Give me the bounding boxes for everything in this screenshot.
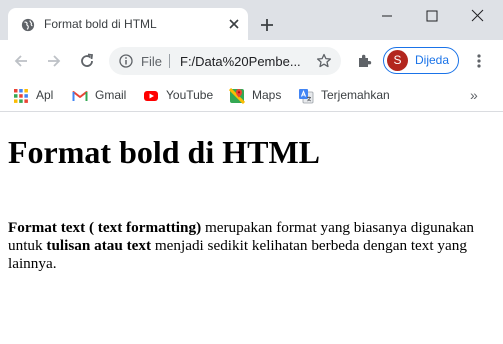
- bookmark-apps[interactable]: Apl: [13, 86, 63, 106]
- profile-button[interactable]: S Dijeda: [383, 47, 459, 74]
- extensions-icon[interactable]: [357, 53, 373, 69]
- bookmark-label: Apl: [36, 88, 54, 102]
- close-tab-icon[interactable]: [227, 17, 241, 31]
- info-icon[interactable]: [119, 54, 133, 68]
- bookmarks-bar: Apl Gmail YouTube Maps Terjemahkan »: [0, 82, 503, 112]
- tab-title: Format bold di HTML: [44, 17, 157, 31]
- tab-strip: Format bold di HTML: [0, 0, 503, 40]
- bookmark-gmail[interactable]: Gmail: [72, 86, 134, 106]
- back-arrow-icon[interactable]: [12, 52, 30, 70]
- gmail-icon: [72, 91, 88, 101]
- page-heading: Format bold di HTML: [8, 134, 321, 170]
- active-tab[interactable]: Format bold di HTML: [8, 8, 248, 40]
- bookmark-label: Terjemahkan: [321, 88, 390, 102]
- bookmark-label: YouTube: [166, 88, 214, 102]
- bookmark-translate[interactable]: Terjemahkan: [298, 86, 398, 106]
- minimize-icon[interactable]: [364, 0, 410, 32]
- bold-text: tulisan atau text: [46, 237, 152, 254]
- address-separator: [169, 54, 170, 68]
- close-window-icon[interactable]: [455, 0, 501, 32]
- maps-icon: [229, 88, 245, 104]
- bookmark-maps[interactable]: Maps: [229, 86, 289, 106]
- bookmark-youtube[interactable]: YouTube: [143, 86, 223, 106]
- url-scheme: File: [141, 54, 162, 69]
- avatar: S: [387, 50, 408, 71]
- browser-toolbar: File F:/Data%20Pembe... S Dijeda: [0, 40, 503, 82]
- kebab-menu-icon[interactable]: [472, 53, 486, 69]
- address-bar[interactable]: File F:/Data%20Pembe...: [109, 47, 341, 75]
- page-viewport: Format bold di HTML Format text ( text f…: [0, 112, 503, 344]
- profile-name: Dijeda: [415, 53, 450, 67]
- bookmark-label: Gmail: [95, 88, 127, 102]
- bookmark-label: Maps: [252, 88, 282, 102]
- more-bookmarks-chevron-icon[interactable]: »: [470, 87, 478, 103]
- youtube-icon: [144, 91, 158, 101]
- bold-text: Format text ( text formatting): [8, 219, 202, 236]
- translate-icon: [299, 89, 314, 104]
- bookmark-star-icon[interactable]: [316, 53, 332, 69]
- forward-arrow-icon[interactable]: [45, 52, 63, 70]
- url-text[interactable]: F:/Data%20Pembe...: [180, 54, 300, 69]
- globe-icon: [21, 18, 35, 32]
- new-tab-icon[interactable]: [259, 17, 275, 33]
- maximize-icon[interactable]: [409, 0, 455, 32]
- reload-icon[interactable]: [78, 52, 96, 70]
- page-paragraph: Format text ( text formatting) merupakan…: [8, 219, 483, 273]
- apps-grid-icon: [14, 89, 28, 103]
